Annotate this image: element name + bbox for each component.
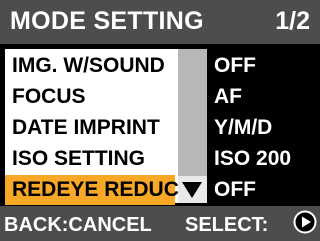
- menu-footer: BACK:CANCEL SELECT:: [0, 206, 320, 241]
- menu-item-label: ISO SETTING: [12, 147, 146, 170]
- menu-value-img-w-sound: OFF: [214, 54, 256, 77]
- menu-item-redeye-reduc[interactable]: REDEYE REDUC: [5, 175, 179, 205]
- menu-item-label: DATE IMPRINT: [12, 116, 160, 139]
- play-circle-icon[interactable]: [293, 210, 317, 234]
- select-hint[interactable]: SELECT:: [185, 214, 268, 237]
- menu-item-img-w-sound[interactable]: IMG. W/SOUND: [5, 51, 175, 81]
- menu-value-date-imprint: Y/M/D: [214, 116, 273, 139]
- menu-item-date-imprint[interactable]: DATE IMPRINT: [5, 113, 175, 143]
- triangle-down-icon[interactable]: [182, 182, 202, 198]
- menu-item-label: FOCUS: [12, 85, 86, 108]
- menu-item-iso-setting[interactable]: ISO SETTING: [5, 144, 175, 174]
- page-title: MODE SETTING: [10, 7, 204, 35]
- back-cancel-hint[interactable]: BACK:CANCEL: [4, 214, 152, 237]
- camera-menu-screen: MODE SETTING 1/2 IMG. W/SOUND FOCUS DATE…: [0, 0, 320, 241]
- page-indicator: 1/2: [275, 7, 310, 35]
- menu-value-redeye-reduc: OFF: [214, 178, 256, 201]
- menu-item-focus[interactable]: FOCUS: [5, 82, 175, 112]
- menu-header: MODE SETTING 1/2: [0, 0, 320, 44]
- scroll-thumb[interactable]: [178, 49, 207, 176]
- menu-item-label: IMG. W/SOUND: [12, 54, 165, 77]
- menu-value-iso-setting: ISO 200: [214, 147, 292, 170]
- menu-item-label: REDEYE REDUC: [12, 178, 179, 201]
- menu-value-focus: AF: [214, 85, 242, 108]
